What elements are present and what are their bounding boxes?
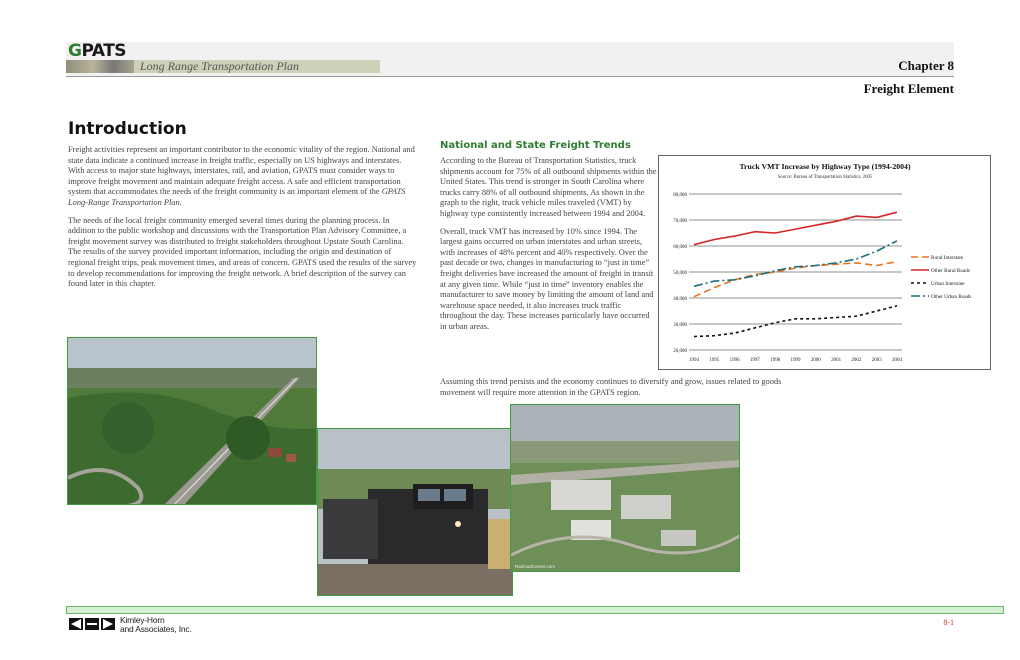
y-tick-label: 40,000 (673, 297, 687, 302)
y-tick-label: 50,000 (673, 271, 687, 276)
intro-paragraph-2: The needs of the local freight community… (68, 215, 417, 289)
x-tick-label: 1997 (750, 358, 761, 363)
aerial-highway-image (68, 338, 316, 504)
trends-heading: National and State Freight Trends (440, 140, 631, 151)
series-line-urban-interstate (693, 305, 898, 338)
chart-canvas: Truck VMT Increase by Highway Type (1994… (673, 162, 971, 363)
x-tick-label: 2000 (811, 358, 822, 363)
freight-train-image (318, 429, 512, 595)
page-number: 8-1 (943, 618, 954, 627)
element-title: Freight Element (863, 81, 954, 96)
chapter-label: Chapter 8 (898, 58, 954, 73)
trends-paragraph-2: Overall, truck VMT has increased by 10% … (440, 226, 654, 331)
industrial-aerial-image: RailroadCorner.com (511, 405, 739, 571)
plan-title: Long Range Transportation Plan (140, 59, 300, 73)
freight-train-photo (317, 428, 513, 596)
intro-text: Freight activities represent an importan… (68, 145, 418, 297)
series-line-other-rural-roads (693, 211, 898, 246)
footer-band (66, 606, 1004, 614)
x-tick-label: 2004 (892, 358, 903, 363)
y-tick-label: 30,000 (673, 323, 687, 328)
truck-vmt-chart: Truck VMT Increase by Highway Type (1994… (658, 155, 991, 370)
x-tick-label: 1998 (770, 358, 781, 363)
x-tick-label: 1994 (689, 358, 700, 363)
x-tick-label: 2003 (872, 358, 883, 363)
header-divider (66, 76, 954, 77)
gpats-logo: GPATS (68, 41, 127, 61)
chart-title: Truck VMT Increase by Highway Type (1994… (739, 162, 911, 171)
y-tick-label: 70,000 (673, 219, 687, 224)
kimley-horn-logo-icon (68, 617, 116, 631)
y-tick-label: 60,000 (673, 245, 687, 250)
logo-image-strip (66, 60, 134, 73)
chart-series (693, 211, 898, 338)
aerial-highway-photo (67, 337, 317, 505)
trends-paragraph-1: According to the Bureau of Transportatio… (440, 156, 657, 218)
industrial-aerial-photo: RailroadCorner.com (510, 404, 740, 572)
chart-grid: 80,000 70,000 60,000 50,000 40,000 30,000 20,0… (673, 193, 902, 363)
legend-label: Other Urban Roads (931, 294, 971, 300)
intro-paragraph-1: Freight activities represent an importan… (68, 145, 415, 207)
photo-credit: RailroadCorner.com (515, 564, 555, 569)
legend-label: Rural Interstate (931, 255, 964, 261)
x-tick-label: 1996 (730, 358, 741, 363)
x-tick-label: 1995 (709, 358, 720, 363)
legend-label: Other Rural Roads (931, 268, 970, 274)
chart-legend: Rural Interstate Other Rural Roads Urban I… (911, 255, 971, 300)
y-tick-label: 80,000 (673, 193, 687, 198)
legend-label: Urban Interstate (931, 281, 965, 287)
chart-subtitle: Source: Bureau of Transportation Statist… (778, 175, 873, 180)
trends-text: According to the Bureau of Transportatio… (440, 156, 658, 340)
intro-heading: Introduction (68, 119, 187, 139)
x-tick-label: 2001 (831, 358, 842, 363)
company-name: Kimley-Horn and Associates, Inc. (120, 615, 192, 634)
trends-paragraph-3: Assuming this trend persists and the eco… (440, 377, 782, 397)
y-tick-label: 20,000 (673, 349, 687, 354)
x-tick-label: 1999 (791, 358, 802, 363)
x-tick-label: 2002 (851, 358, 862, 363)
